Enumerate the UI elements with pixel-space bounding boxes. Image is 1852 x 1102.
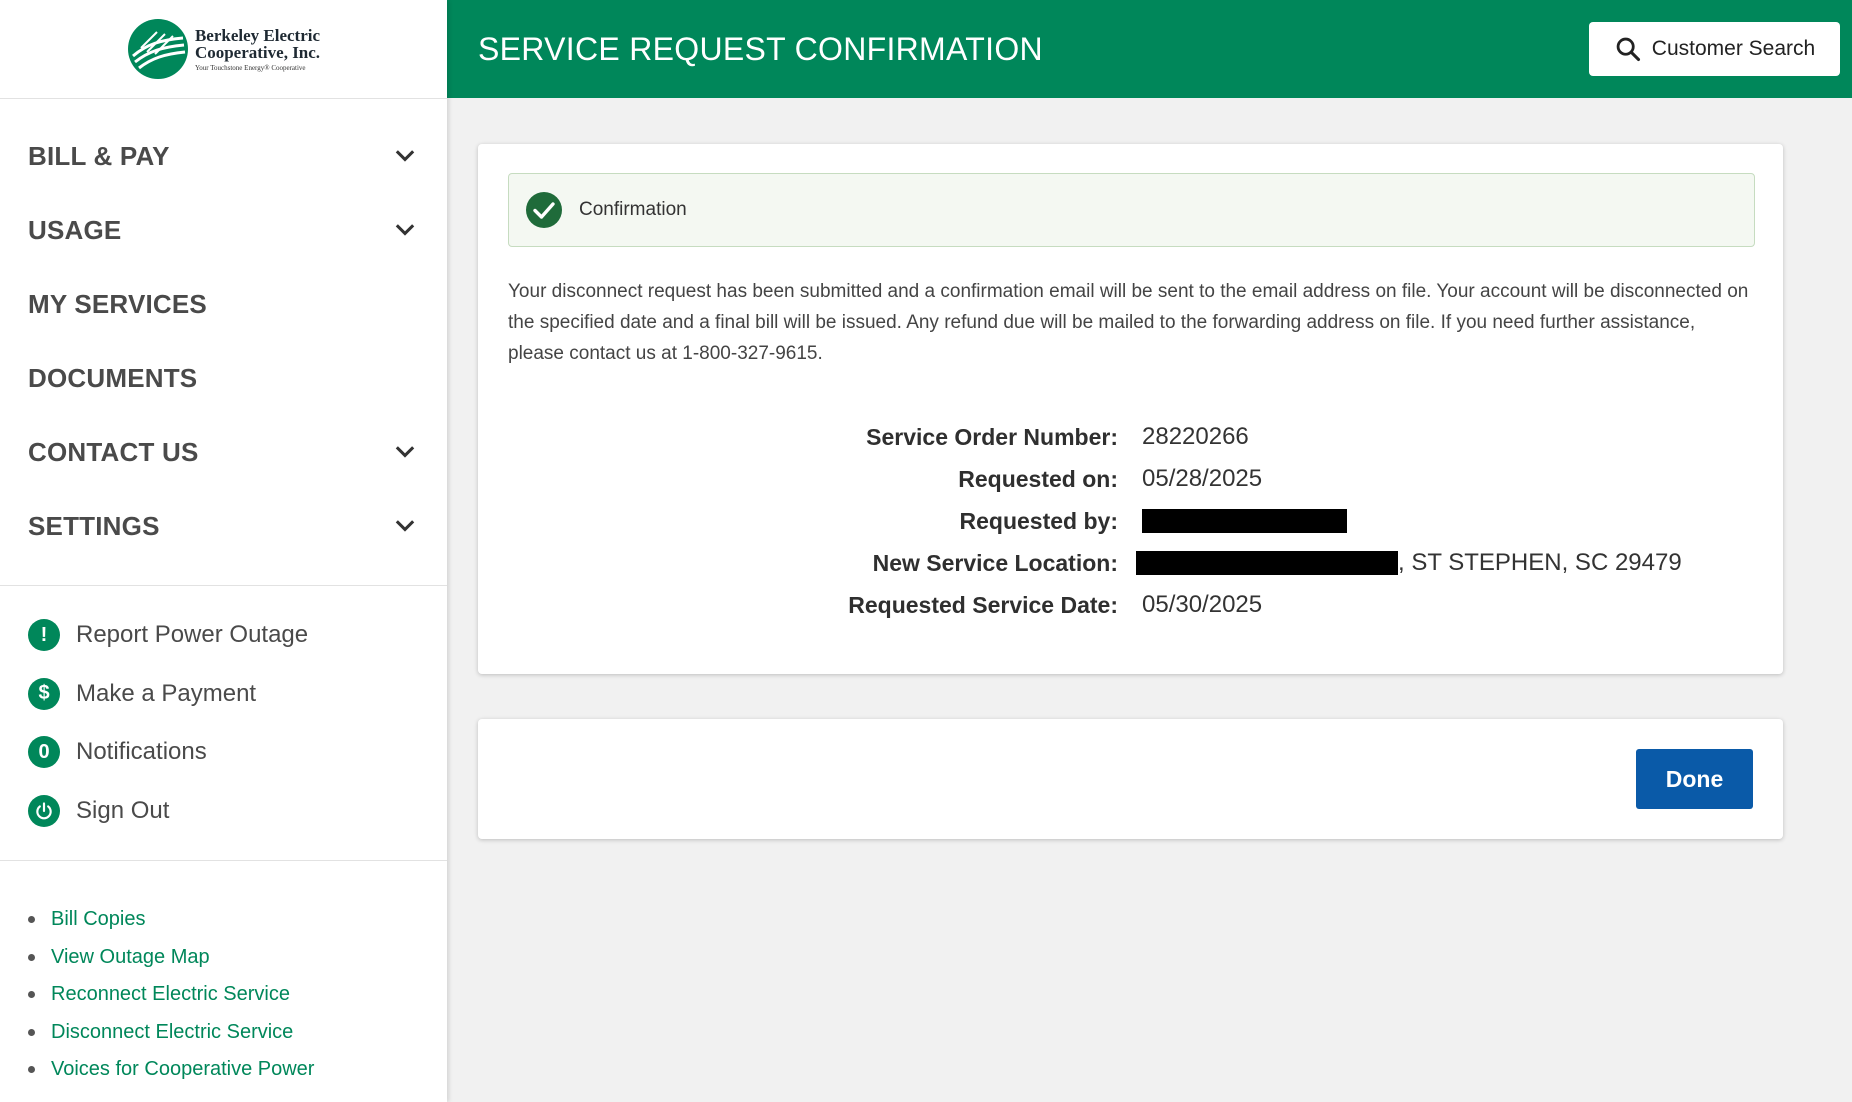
notifications-link[interactable]: 0 Notifications	[28, 723, 447, 782]
service-date-label: Requested Service Date:	[848, 591, 1118, 618]
sidebar: Berkeley Electric Cooperative, Inc. Your…	[0, 0, 447, 1102]
requested-on-label: Requested on:	[958, 465, 1118, 492]
make-payment-link[interactable]: $ Make a Payment	[28, 665, 447, 724]
voices-cooperative-power-link[interactable]: Voices for Cooperative Power	[51, 1058, 314, 1081]
chevron-down-icon	[395, 520, 415, 532]
redacted-block	[1142, 509, 1347, 533]
bullet	[28, 1066, 35, 1074]
bullet	[28, 991, 35, 999]
coop-logo-icon	[127, 19, 188, 79]
outage-map-link[interactable]: View Outage Map	[51, 946, 210, 969]
confirmation-message: Your disconnect request has been submitt…	[508, 281, 1749, 364]
sign-out-label: Sign Out	[76, 796, 170, 824]
new-location-label: New Service Location:	[872, 549, 1118, 576]
nav-item-documents[interactable]: DOCUMENTS	[0, 341, 447, 415]
location-city-state-zip: , ST STEPHEN, SC 29479	[1398, 549, 1682, 576]
list-item: Reconnect Electric Service	[28, 976, 447, 1014]
order-number-label: Service Order Number:	[866, 423, 1118, 450]
sign-out-link[interactable]: Sign Out	[28, 782, 447, 841]
bullet	[28, 953, 35, 961]
confirmation-alert: Confirmation	[508, 173, 1755, 247]
nav-item-my-services[interactable]: MY SERVICES	[0, 267, 447, 341]
disconnect-service-link[interactable]: Disconnect Electric Service	[51, 1021, 293, 1044]
detail-row: Service Order Number: 28220266	[478, 416, 1783, 458]
nav-item-contact-us[interactable]: CONTACT US	[0, 415, 447, 489]
make-payment-label: Make a Payment	[76, 679, 257, 707]
dollar-icon: $	[28, 677, 60, 710]
nav-label: MY SERVICES	[28, 288, 207, 319]
done-button[interactable]: Done	[1636, 749, 1753, 809]
power-icon	[28, 794, 60, 827]
customer-search-label: Customer Search	[1651, 37, 1816, 60]
nav-label: BILL & PAY	[28, 140, 170, 171]
reconnect-service-link[interactable]: Reconnect Electric Service	[51, 983, 290, 1006]
logo-area: Berkeley Electric Cooperative, Inc. Your…	[0, 0, 447, 99]
brand-name-line1: Berkeley Electric	[194, 25, 321, 45]
chevron-down-icon	[395, 224, 415, 236]
notifications-label: Notifications	[76, 738, 207, 766]
confirmation-card: Confirmation Your disconnect request has…	[478, 144, 1783, 674]
detail-row: Requested on: 05/28/2025	[478, 458, 1783, 500]
bullet	[28, 916, 35, 924]
bullet	[28, 1028, 35, 1036]
brand-tagline: Your Touchstone Energy® Cooperative	[194, 63, 306, 72]
requested-on-value: 05/28/2025	[1142, 465, 1263, 492]
brand-name-line2: Cooperative, Inc.	[194, 42, 321, 62]
nav-label: DOCUMENTS	[28, 362, 198, 393]
bill-copies-link[interactable]: Bill Copies	[51, 908, 145, 931]
main-nav: BILL & PAY USAGE MY SERVICES DOCUMENTS C…	[0, 99, 447, 586]
alert-text: Confirmation	[579, 199, 687, 220]
nav-item-settings[interactable]: SETTINGS	[0, 489, 447, 563]
notification-count-badge: 0	[28, 736, 60, 769]
report-outage-link[interactable]: ! Report Power Outage	[28, 606, 447, 665]
nav-label: USAGE	[28, 214, 122, 245]
page-header: SERVICE REQUEST CONFIRMATION Customer Se…	[447, 0, 1852, 98]
quick-links-list: Bill Copies View Outage Map Reconnect El…	[0, 861, 447, 1089]
requested-by-value	[1142, 509, 1347, 533]
list-item: View Outage Map	[28, 939, 447, 977]
report-outage-label: Report Power Outage	[76, 621, 309, 649]
service-date-value: 05/30/2025	[1142, 591, 1263, 618]
requested-by-label: Requested by:	[959, 507, 1118, 534]
actions-card: Done	[478, 719, 1783, 839]
nav-label: SETTINGS	[28, 510, 160, 541]
redacted-block	[1136, 551, 1398, 575]
detail-row: Requested Service Date: 05/30/2025	[478, 584, 1783, 626]
detail-row: Requested by:	[478, 500, 1783, 542]
check-circle-icon	[526, 192, 562, 228]
list-item: Disconnect Electric Service	[28, 1014, 447, 1052]
nav-item-bill-pay[interactable]: BILL & PAY	[0, 119, 447, 193]
search-icon	[1616, 37, 1640, 62]
chevron-down-icon	[395, 446, 415, 458]
service-order-details: Service Order Number: 28220266 Requested…	[478, 416, 1783, 626]
quick-actions: ! Report Power Outage $ Make a Payment 0…	[0, 586, 447, 861]
nav-label: CONTACT US	[28, 436, 199, 467]
chevron-down-icon	[395, 150, 415, 162]
list-item: Voices for Cooperative Power	[28, 1051, 447, 1089]
brand-logo[interactable]: Berkeley Electric Cooperative, Inc. Your…	[127, 18, 320, 80]
new-location-value: , ST STEPHEN, SC 29479	[1136, 549, 1682, 577]
page-title: SERVICE REQUEST CONFIRMATION	[478, 30, 1043, 67]
order-number-value: 28220266	[1142, 423, 1249, 450]
nav-item-usage[interactable]: USAGE	[0, 193, 447, 267]
detail-row: New Service Location: , ST STEPHEN, SC 2…	[478, 542, 1783, 584]
exclamation-icon: !	[28, 619, 60, 652]
list-item: Bill Copies	[28, 901, 447, 939]
customer-search-button[interactable]: Customer Search	[1589, 22, 1840, 76]
